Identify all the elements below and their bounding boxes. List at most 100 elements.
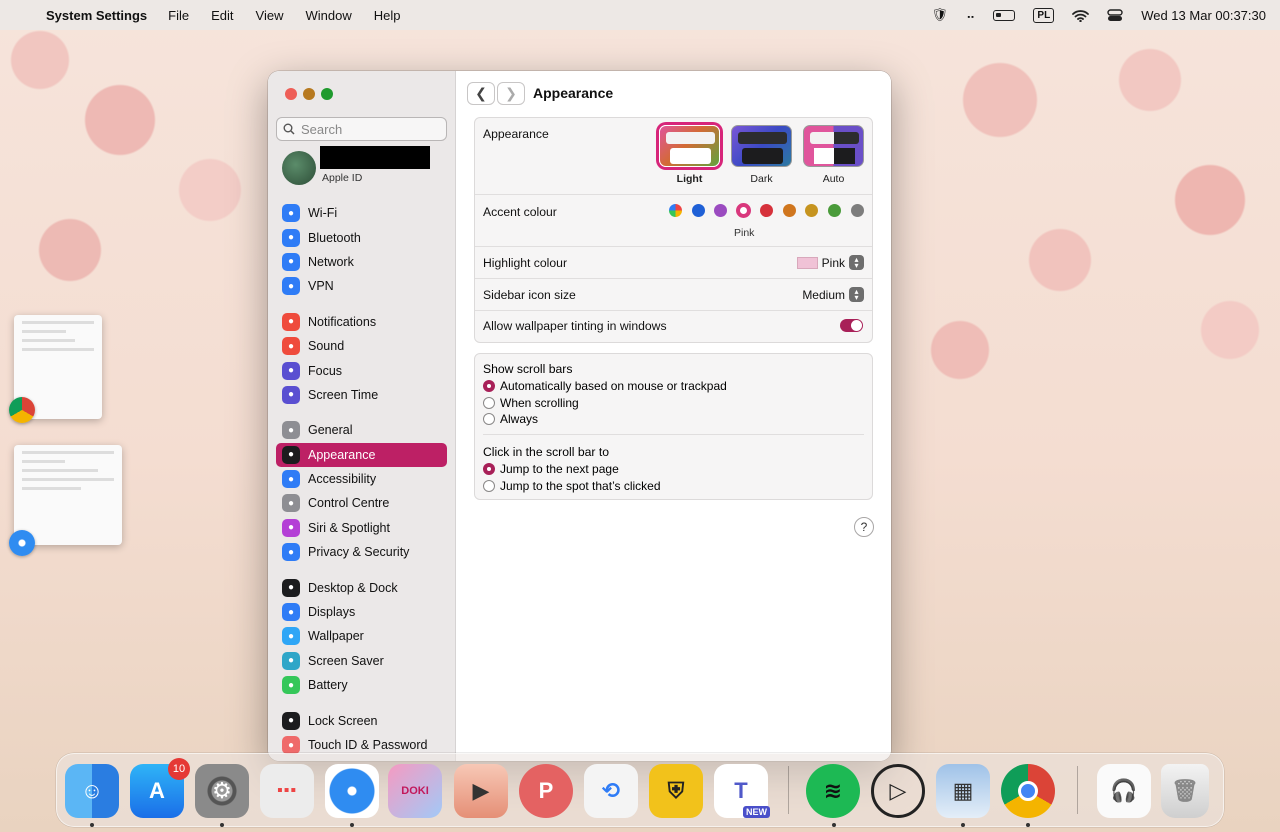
sidebar-item-notifications[interactable]: ● Notifications bbox=[276, 310, 447, 334]
dock-sync[interactable]: ⟲ bbox=[584, 764, 638, 818]
sidebar-item-control-centre[interactable]: ● Control Centre bbox=[276, 491, 447, 515]
sidebar-item-general[interactable]: ● General bbox=[276, 418, 447, 442]
divider bbox=[483, 434, 864, 435]
sidebar-icon-size-popup[interactable]: Medium ▴ ▾ bbox=[802, 287, 864, 302]
sidebar-item-displays[interactable]: ● Displays bbox=[276, 600, 447, 624]
shield-status-icon[interactable]: 🛡 bbox=[931, 7, 948, 23]
back-button[interactable]: ❮ bbox=[467, 82, 495, 105]
sidebar-item-accessibility[interactable]: ● Accessibility bbox=[276, 467, 447, 491]
sidebar-item-screen-saver[interactable]: ● Screen Saver bbox=[276, 649, 447, 673]
menu-edit[interactable]: Edit bbox=[200, 8, 244, 23]
dock-microsoft-teams[interactable]: T NEW bbox=[714, 764, 770, 818]
bluetooth-icon: ● bbox=[282, 228, 300, 247]
dock-screen-recorder[interactable]: ▶ bbox=[454, 764, 508, 818]
chrome-stage-icon[interactable] bbox=[9, 397, 35, 423]
dock-spotify[interactable]: ≋ bbox=[806, 764, 860, 818]
sidebar-item-desktop-dock[interactable]: ● Desktop & Dock bbox=[276, 575, 447, 599]
dock-chrome[interactable] bbox=[1001, 764, 1055, 818]
accent-colour-swatch[interactable] bbox=[850, 204, 864, 217]
sidebar-item-privacy-security[interactable]: ● Privacy & Security bbox=[276, 540, 447, 564]
wallpaper-tinting-label: Allow wallpaper tinting in windows bbox=[483, 319, 667, 333]
sidebar-item-label: Accessibility bbox=[308, 472, 377, 487]
sidebar-item-appearance[interactable]: ● Appearance bbox=[276, 442, 447, 467]
headphones-icon: 🎧 bbox=[1110, 778, 1138, 803]
radio-button[interactable] bbox=[483, 396, 495, 409]
scroll-bars-option[interactable]: Always bbox=[483, 411, 727, 428]
menu-help[interactable]: Help bbox=[363, 8, 412, 23]
minimize-button[interactable] bbox=[303, 88, 315, 100]
accent-colour-swatch[interactable] bbox=[782, 204, 796, 217]
forward-button[interactable]: ❯ bbox=[497, 82, 525, 105]
sidebar-item-battery[interactable]: ● Battery bbox=[276, 673, 447, 697]
dock-system-settings[interactable]: ⚙ bbox=[195, 764, 249, 818]
accent-colour-label: Accent colour bbox=[483, 205, 557, 219]
accent-colour-swatch[interactable] bbox=[737, 204, 751, 217]
control-centre-status-icon[interactable] bbox=[1107, 8, 1123, 22]
dots-status-icon[interactable]: ⠤ bbox=[966, 7, 976, 23]
dock-doki-doki[interactable]: DOKI bbox=[388, 764, 442, 818]
accent-colour-swatch[interactable] bbox=[759, 204, 773, 217]
safari-stage-icon[interactable] bbox=[9, 530, 35, 556]
sidebar-item-screen-time[interactable]: ● Screen Time bbox=[276, 383, 447, 407]
wallpaper-tinting-toggle[interactable] bbox=[840, 319, 863, 332]
sidebar-item-sound[interactable]: ● Sound bbox=[276, 334, 447, 358]
accent-colour-swatch[interactable] bbox=[805, 204, 819, 217]
dock-safari[interactable] bbox=[325, 764, 379, 818]
accent-colour-swatch[interactable] bbox=[714, 204, 728, 217]
accent-colour-swatch[interactable] bbox=[669, 204, 682, 217]
dock-preview[interactable]: ▦ bbox=[936, 764, 990, 818]
dock-pinterest[interactable]: P bbox=[519, 764, 573, 818]
sidebar-item-focus[interactable]: ● Focus bbox=[276, 358, 447, 382]
menu-file[interactable]: File bbox=[157, 8, 200, 23]
light-mode-thumbnail bbox=[659, 125, 720, 167]
apple-id-item[interactable]: Apple ID bbox=[280, 145, 450, 187]
dock-player[interactable]: ▷ bbox=[871, 764, 925, 818]
highlight-colour-popup[interactable]: Pink ▴ ▾ bbox=[796, 255, 864, 270]
sidebar-item-wi-fi[interactable]: ● Wi-Fi bbox=[276, 201, 447, 225]
dock-shield-app[interactable]: ⛨ bbox=[649, 764, 703, 818]
click-scroll-option[interactable]: Jump to the spot that’s clicked bbox=[483, 478, 661, 495]
sidebar-item-wallpaper[interactable]: ● Wallpaper bbox=[276, 624, 447, 648]
appearance-option-dark[interactable]: Dark bbox=[731, 125, 792, 185]
appearance-option-auto[interactable]: Auto bbox=[803, 125, 864, 185]
accessibility-icon: ● bbox=[282, 470, 300, 489]
radio-button[interactable] bbox=[483, 479, 495, 492]
moon-icon: ● bbox=[282, 361, 300, 380]
battery-status-icon[interactable] bbox=[993, 9, 1016, 21]
menu-window[interactable]: Window bbox=[294, 8, 362, 23]
sidebar-item-siri-spotlight[interactable]: ● Siri & Spotlight bbox=[276, 516, 447, 540]
dock-app-store[interactable]: A 10 bbox=[130, 758, 190, 818]
help-button[interactable]: ? bbox=[854, 517, 874, 537]
menu-app-name[interactable]: System Settings bbox=[46, 8, 157, 23]
radio-button[interactable] bbox=[483, 413, 495, 426]
scroll-bars-option[interactable]: Automatically based on mouse or trackpad bbox=[483, 378, 727, 395]
sidebar-item-bluetooth[interactable]: ● Bluetooth bbox=[276, 225, 447, 249]
sidebar-item-network[interactable]: ● Network bbox=[276, 250, 447, 274]
dock-icon: ● bbox=[282, 578, 300, 597]
dock-finder[interactable]: ☺ bbox=[65, 764, 119, 818]
close-button[interactable] bbox=[285, 88, 297, 100]
page-title: Appearance bbox=[533, 85, 614, 101]
wifi-status-icon[interactable] bbox=[1072, 9, 1090, 22]
menu-view[interactable]: View bbox=[245, 8, 295, 23]
dock-launchpad[interactable]: ▪▪▪ bbox=[260, 764, 314, 818]
search-field[interactable]: Search bbox=[276, 117, 447, 141]
sidebar-item-vpn[interactable]: ● VPN bbox=[276, 274, 447, 298]
dock-trash[interactable]: 🗑 bbox=[1161, 764, 1209, 818]
clock[interactable]: Wed 13 Mar 00:37:30 bbox=[1141, 8, 1266, 23]
click-scroll-option[interactable]: Jump to the next page bbox=[483, 461, 661, 478]
zoom-button[interactable] bbox=[321, 88, 333, 100]
accent-colour-swatch[interactable] bbox=[691, 204, 705, 217]
accent-colour-swatch[interactable] bbox=[827, 204, 841, 217]
sidebar-item-label: Siri & Spotlight bbox=[308, 520, 390, 535]
radio-button[interactable] bbox=[483, 463, 495, 476]
sidebar-item-lock-screen[interactable]: ● Lock Screen bbox=[276, 708, 447, 732]
stage-window-thumbnail[interactable] bbox=[14, 445, 122, 545]
vpn-icon: ● bbox=[282, 277, 300, 296]
scroll-bars-option[interactable]: When scrolling bbox=[483, 395, 727, 412]
sidebar-item-label: Wi-Fi bbox=[308, 206, 338, 221]
input-source-indicator[interactable]: PL bbox=[1033, 7, 1055, 23]
radio-button[interactable] bbox=[483, 380, 495, 393]
dock-music-headphones[interactable]: 🎧 bbox=[1097, 764, 1151, 818]
appearance-option-light[interactable]: Light bbox=[659, 125, 720, 185]
